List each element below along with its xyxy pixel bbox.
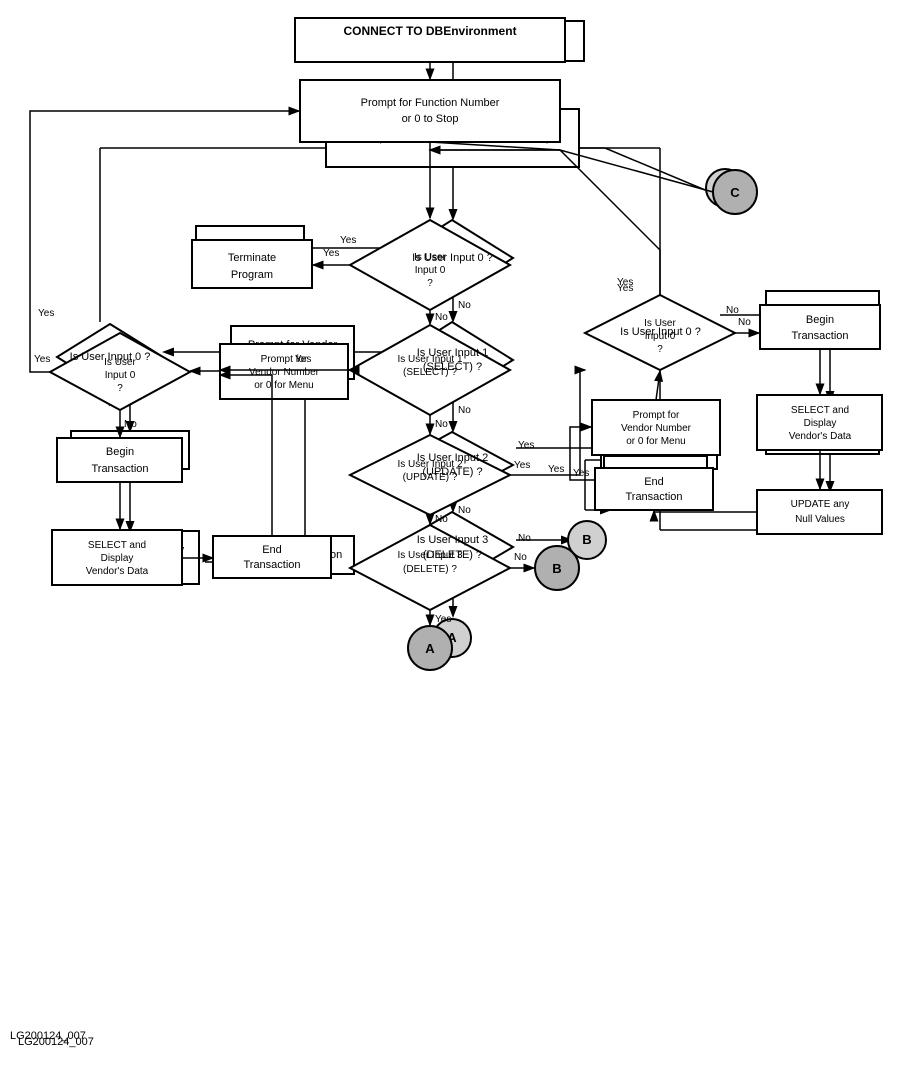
label-yes-prompt-vendor-right: Yes (573, 468, 589, 479)
label-no-delete: No (518, 533, 531, 544)
circle-a: A (432, 618, 472, 658)
caption: LG200124_007 (10, 1030, 86, 1042)
label-yes-update: Yes (518, 440, 534, 451)
is-user-input-2-update: Is User Input 2 (UPDATE) ? (390, 430, 515, 500)
select-display-right: SELECT and Display Vendor's Data (765, 400, 880, 455)
label-no-select: No (458, 405, 471, 416)
label-yes-right: Yes (617, 283, 633, 294)
end-tx-left: End Transaction (250, 535, 355, 575)
label-no-left: No (108, 398, 121, 409)
connect-db-box: CONNECT TO DBEnvironment (320, 20, 585, 62)
is-user-input-3-delete: Is User Input 3 (DELETE) ? (390, 510, 515, 585)
circle-b: B (567, 520, 607, 560)
is-user-input-0-top: Is User Input 0 ? (390, 218, 515, 298)
end-tx-right: End Transaction (603, 455, 708, 495)
label-yes-delete: Yes (440, 590, 456, 601)
update-null-box: UPDATE any Null Values (765, 490, 880, 535)
prompt-vendor-mid: Prompt for Vendor Number or 0 for Menu (230, 325, 355, 380)
label-no-right: No (726, 305, 739, 316)
prompt-fn-box: Prompt for Function Number or 0 to Stop (325, 108, 580, 168)
label-yes-top: Yes (340, 235, 356, 246)
is-user-input-0-right: Is User Input 0 ? (598, 295, 723, 370)
is-user-input-1-select: Is User Input 1 (SELECT) ? (390, 320, 515, 400)
begin-tx-left: Begin Transaction (70, 430, 190, 470)
circle-c: C (705, 168, 745, 208)
label-yes-left: Yes (38, 308, 54, 319)
is-user-input-0-left: Is User Input 0 ? (55, 322, 165, 392)
begin-tx-right: Begin Transaction (765, 290, 880, 335)
terminate-box: Terminate Program (195, 225, 305, 270)
label-no-top: No (458, 300, 471, 311)
select-display-left: SELECT and Display Vendor's Data (65, 530, 200, 585)
